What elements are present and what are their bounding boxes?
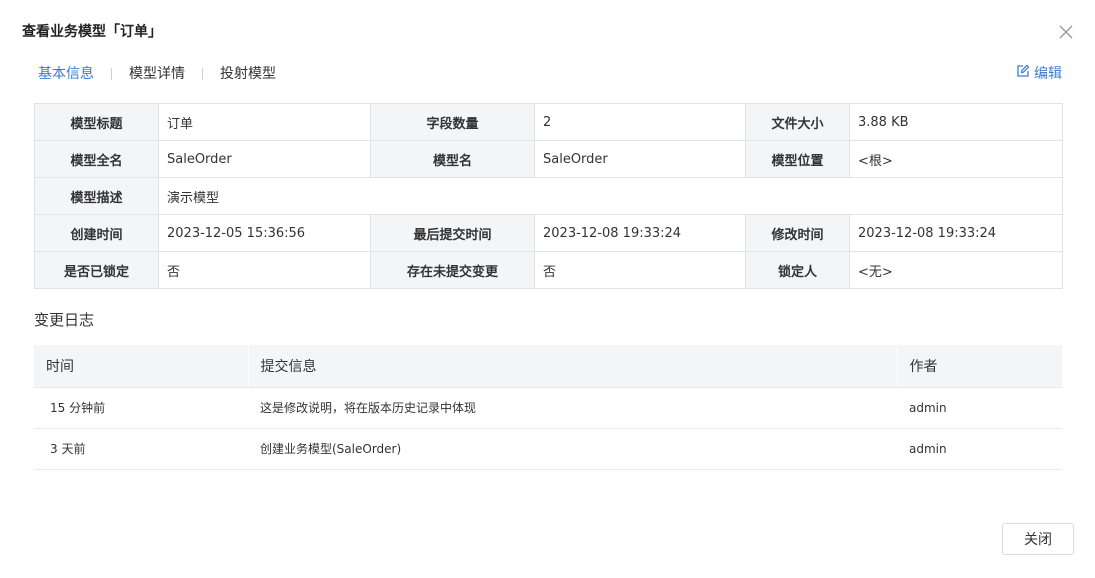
created-label: 创建时间 bbox=[34, 214, 159, 252]
changelog-table: 时间 提交信息 作者 15 分钟前 这是修改说明，将在版本历史记录中体现 adm… bbox=[34, 345, 1062, 470]
tab-basic-info[interactable]: 基本信息 bbox=[38, 63, 94, 85]
model-name-value: SaleOrder bbox=[534, 140, 746, 178]
file-size-label: 文件大小 bbox=[745, 103, 850, 141]
basic-info-table: 模型标题 订单 字段数量 2 文件大小 3.88 KB 模型全名 SaleOrd… bbox=[34, 103, 1063, 289]
last-commit-value: 2023-12-08 19:33:24 bbox=[534, 214, 746, 252]
locked-label: 是否已锁定 bbox=[34, 251, 159, 289]
last-commit-label: 最后提交时间 bbox=[370, 214, 535, 252]
edit-button[interactable]: 编辑 bbox=[1016, 64, 1062, 84]
column-header-message: 提交信息 bbox=[247, 345, 897, 388]
row-message: 创建业务模型(SaleOrder) bbox=[248, 428, 897, 470]
dialog-title: 查看业务模型「订单」 bbox=[22, 24, 162, 40]
description-value: 演示模型 bbox=[158, 177, 1063, 215]
field-count-label: 字段数量 bbox=[370, 103, 535, 141]
uncommitted-label: 存在未提交变更 bbox=[370, 251, 535, 289]
field-count-value: 2 bbox=[534, 103, 746, 141]
tab-model-details[interactable]: 模型详情 bbox=[129, 63, 185, 85]
changelog-header-row: 时间 提交信息 作者 bbox=[34, 345, 1062, 388]
uncommitted-value: 否 bbox=[534, 251, 746, 289]
info-row: 模型描述 演示模型 bbox=[34, 177, 1063, 215]
close-icon[interactable] bbox=[1056, 22, 1076, 42]
tab-projection-model[interactable]: 投射模型 bbox=[220, 63, 276, 85]
full-name-value: SaleOrder bbox=[158, 140, 371, 178]
modified-value: 2023-12-08 19:33:24 bbox=[849, 214, 1063, 252]
edit-label: 编辑 bbox=[1034, 66, 1062, 82]
model-title-label: 模型标题 bbox=[34, 103, 159, 141]
model-name-label: 模型名 bbox=[370, 140, 535, 178]
edit-icon bbox=[1016, 64, 1034, 84]
description-label: 模型描述 bbox=[34, 177, 159, 215]
tab-divider bbox=[202, 68, 203, 80]
info-row: 是否已锁定 否 存在未提交变更 否 锁定人 <无> bbox=[34, 251, 1063, 289]
table-row[interactable]: 3 天前 创建业务模型(SaleOrder) admin bbox=[34, 428, 1062, 470]
locked-value: 否 bbox=[158, 251, 371, 289]
tab-divider bbox=[111, 68, 112, 80]
locker-value: <无> bbox=[849, 251, 1063, 289]
location-value: <根> bbox=[849, 140, 1063, 178]
row-time: 3 天前 bbox=[34, 428, 248, 470]
column-header-time: 时间 bbox=[34, 345, 248, 388]
view-model-dialog: 查看业务模型「订单」 基本信息 模型详情 投射模型 编辑 模型标题 订单 字段数… bbox=[0, 0, 1095, 578]
info-row: 模型全名 SaleOrder 模型名 SaleOrder 模型位置 <根> bbox=[34, 140, 1063, 178]
created-value: 2023-12-05 15:36:56 bbox=[158, 214, 371, 252]
locker-label: 锁定人 bbox=[745, 251, 850, 289]
file-size-value: 3.88 KB bbox=[849, 103, 1063, 141]
location-label: 模型位置 bbox=[745, 140, 850, 178]
info-row: 创建时间 2023-12-05 15:36:56 最后提交时间 2023-12-… bbox=[34, 214, 1063, 252]
table-row[interactable]: 15 分钟前 这是修改说明，将在版本历史记录中体现 admin bbox=[34, 387, 1062, 429]
changelog-title: 变更日志 bbox=[34, 311, 95, 329]
row-time: 15 分钟前 bbox=[34, 387, 248, 429]
row-author: admin bbox=[897, 387, 1062, 429]
close-button[interactable]: 关闭 bbox=[1002, 523, 1074, 555]
tab-bar: 基本信息 模型详情 投射模型 bbox=[38, 63, 276, 85]
full-name-label: 模型全名 bbox=[34, 140, 159, 178]
model-title-value: 订单 bbox=[158, 103, 371, 141]
modified-label: 修改时间 bbox=[745, 214, 850, 252]
row-author: admin bbox=[897, 428, 1062, 470]
info-row: 模型标题 订单 字段数量 2 文件大小 3.88 KB bbox=[34, 103, 1063, 141]
column-header-author: 作者 bbox=[896, 345, 1062, 388]
row-message: 这是修改说明，将在版本历史记录中体现 bbox=[248, 387, 897, 429]
